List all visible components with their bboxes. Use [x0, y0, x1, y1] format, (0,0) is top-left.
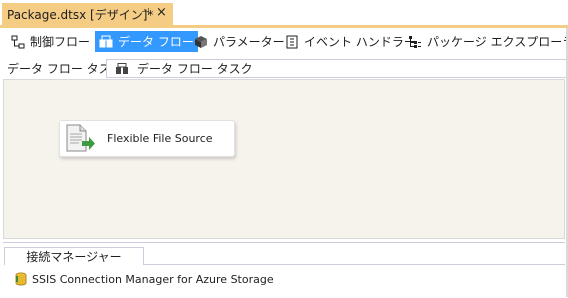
package-explorer-icon [408, 35, 422, 49]
event-handler-icon [285, 35, 299, 49]
control-flow-icon [11, 35, 25, 49]
connection-managers-panel: 接続マネージャー SSIS Connection Manager for Azu… [3, 242, 565, 298]
connection-managers-divider [144, 264, 565, 265]
connection-manager-label: SSIS Connection Manager for Azure Storag… [32, 272, 274, 286]
data-flow-icon [99, 35, 113, 49]
document-tab-strip: Package.dtsx [デザイン]* ⊣ × [0, 0, 568, 28]
pin-tab-icon[interactable]: ⊣ [141, 7, 150, 18]
task-selector-row: データ フロー タスク: データ フロー タスク [0, 58, 568, 78]
close-tab-icon[interactable]: × [156, 5, 167, 20]
tab-event-handlers[interactable]: イベント ハンドラー [281, 31, 420, 52]
tab-parameters[interactable]: パラメーター [190, 31, 289, 52]
flexible-file-source-icon [64, 124, 96, 154]
connection-manager-item[interactable]: SSIS Connection Manager for Azure Storag… [15, 271, 274, 287]
tab-data-flow-label: データ フロー [118, 35, 194, 49]
task-selector-value: データ フロー タスク [137, 62, 253, 76]
data-flow-task-icon [115, 62, 129, 75]
tab-package-explorer[interactable]: パッケージ エクスプローラー [404, 31, 568, 52]
tab-control-flow-label: 制御フロー [30, 35, 91, 49]
tab-event-handlers-label: イベント ハンドラー [304, 35, 416, 49]
designer-tabs-bar: 制御フロー データ フロー パラメーター イベント ハンドラー パッケージ エク… [0, 28, 568, 55]
flexible-file-source-component[interactable]: Flexible File Source [59, 120, 235, 157]
document-tab-package[interactable]: Package.dtsx [デザイン]* ⊣ × [2, 3, 173, 26]
tab-connection-managers[interactable]: 接続マネージャー [4, 247, 144, 265]
tab-control-flow[interactable]: 制御フロー [7, 31, 94, 52]
data-flow-design-surface[interactable]: Flexible File Source [3, 79, 565, 239]
task-selector-dropdown[interactable]: データ フロー タスク [106, 59, 568, 78]
flexible-file-source-label: Flexible File Source [107, 132, 213, 145]
tab-data-flow[interactable]: データ フロー [95, 31, 198, 52]
tab-package-explorer-label: パッケージ エクスプローラー [427, 35, 568, 49]
azure-storage-connection-icon [15, 272, 27, 286]
parameters-icon [194, 35, 208, 49]
document-tab-title: Package.dtsx [デザイン]* [7, 8, 154, 22]
tab-parameters-label: パラメーター [213, 35, 285, 49]
